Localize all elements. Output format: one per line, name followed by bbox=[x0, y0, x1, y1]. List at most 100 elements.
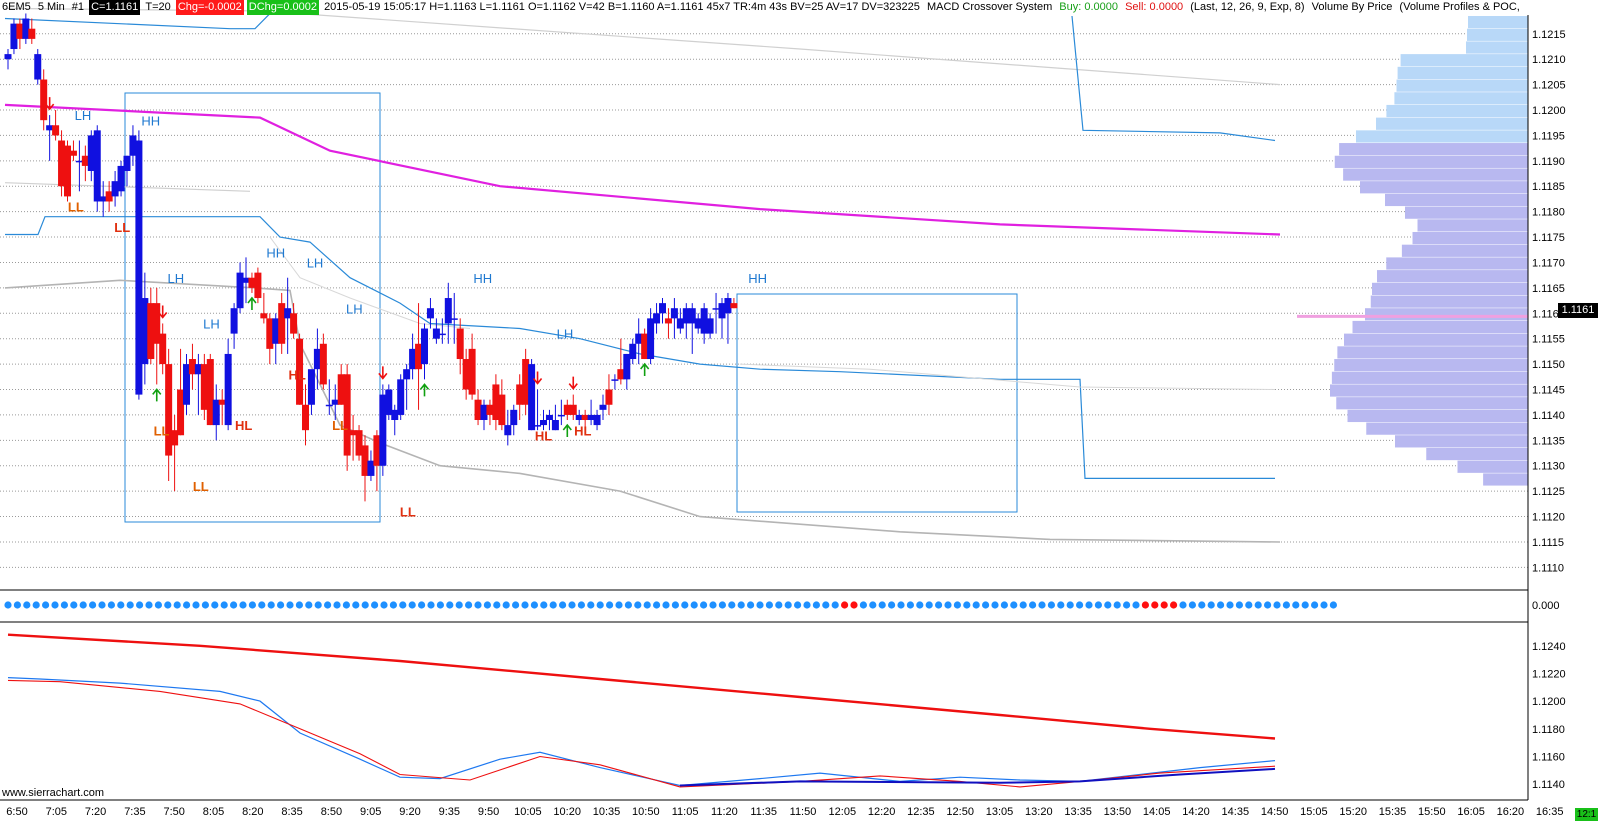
time-tick-label: 12:05 bbox=[829, 806, 857, 818]
chart-no: #1 bbox=[71, 1, 85, 13]
signal-dot bbox=[465, 601, 473, 609]
candle-body bbox=[343, 374, 351, 456]
signal-dot bbox=[248, 601, 256, 609]
signal-dot bbox=[1179, 601, 1187, 609]
time-tick-label: 13:50 bbox=[1104, 806, 1132, 818]
time-tick-label: 14:20 bbox=[1182, 806, 1210, 818]
swing-label: HL bbox=[574, 423, 591, 438]
candle-body bbox=[557, 414, 565, 417]
signal-dot bbox=[1010, 601, 1018, 609]
buy-arrow bbox=[152, 388, 162, 402]
swing-label: HH bbox=[473, 271, 492, 286]
volume-bar bbox=[1331, 371, 1528, 384]
signal-dot bbox=[568, 601, 576, 609]
swing-label: LL bbox=[332, 418, 348, 433]
volume-bar bbox=[1360, 181, 1528, 194]
signal-dot bbox=[1123, 601, 1131, 609]
candle-body bbox=[40, 79, 48, 121]
macd-tick-label: 1.1140 bbox=[1532, 779, 1565, 791]
signal-dot bbox=[408, 601, 416, 609]
signal-dot bbox=[897, 601, 905, 609]
price-axis: 1.1215 1.1210 1.1205 1.1200 1.1195 1.1190 1.11… bbox=[1527, 15, 1566, 800]
signal-dot bbox=[812, 601, 821, 609]
candle-body bbox=[611, 379, 619, 381]
vwap-lower-line bbox=[4, 279, 1281, 543]
signal-dot bbox=[671, 601, 680, 609]
volume-bar bbox=[1344, 333, 1528, 346]
signal-dot bbox=[1188, 601, 1196, 609]
signal-dot bbox=[869, 601, 877, 609]
volume-bar bbox=[1336, 397, 1528, 410]
macd-avg-line bbox=[7, 679, 1276, 788]
volume-by-price-profile bbox=[1297, 16, 1528, 486]
signal-dot bbox=[728, 601, 736, 609]
signal-dot bbox=[615, 601, 623, 609]
time-tick-label: 15:50 bbox=[1418, 806, 1446, 818]
signal-dot bbox=[521, 601, 529, 609]
candle-body bbox=[123, 155, 131, 171]
time-tick-label: 11:50 bbox=[790, 806, 817, 818]
candle-body bbox=[307, 369, 315, 405]
candle-body bbox=[551, 420, 559, 431]
swing-label: HL bbox=[535, 428, 552, 443]
volume-bar bbox=[1372, 282, 1528, 295]
stats: 2015-05-19 15:05:17 H=1.1163 L=1.1161 O=… bbox=[324, 1, 920, 13]
signal-dot bbox=[1141, 601, 1149, 609]
time-tick-label: 9:20 bbox=[399, 806, 420, 818]
signal-dot bbox=[1113, 601, 1121, 609]
price-tick-label: 1.1145 bbox=[1532, 385, 1565, 397]
signal-dot bbox=[888, 601, 896, 609]
time-tick-label: 8:20 bbox=[242, 806, 263, 818]
candle-body bbox=[664, 318, 672, 324]
volume-bar bbox=[1370, 295, 1528, 308]
candle-body bbox=[325, 404, 333, 407]
signal-dot bbox=[775, 601, 783, 609]
signal-dot bbox=[690, 601, 698, 609]
signal-dot bbox=[1273, 601, 1281, 609]
time-tick-label: 8:05 bbox=[203, 806, 224, 818]
candle-body bbox=[426, 308, 434, 319]
time-tick-label: 13:20 bbox=[1025, 806, 1053, 818]
macd-tick-label: 1.1180 bbox=[1532, 724, 1565, 736]
swing-label: LL bbox=[193, 479, 209, 494]
trading-chart[interactable]: LH HH LL LL LH LL LH LL HL HH LH HL LL LH LL HH HL LH HL HH… bbox=[0, 0, 1598, 821]
candle-body bbox=[593, 414, 601, 426]
signal-dot bbox=[136, 601, 144, 609]
candle-body bbox=[456, 328, 464, 360]
signal-dot bbox=[953, 601, 962, 609]
candle-body bbox=[319, 343, 327, 385]
signal-dot bbox=[1226, 601, 1234, 609]
swing-label: LH bbox=[75, 108, 92, 123]
signal-dot bbox=[79, 601, 87, 609]
volume-bar bbox=[1395, 435, 1528, 448]
signal-dot bbox=[963, 601, 971, 609]
volume-bar bbox=[1377, 270, 1528, 283]
time-tick-label: 7:20 bbox=[85, 806, 106, 818]
signal-dot bbox=[154, 601, 162, 609]
signal-dot bbox=[493, 601, 501, 609]
signal-dot bbox=[794, 601, 802, 609]
interval: 5 Min bbox=[37, 1, 65, 13]
time-tick-label: 8:50 bbox=[321, 806, 342, 818]
signal-dot bbox=[201, 601, 209, 609]
candle-body bbox=[254, 272, 262, 299]
signal-dot bbox=[1217, 601, 1225, 609]
macd-tick-label: 1.1160 bbox=[1532, 751, 1565, 763]
signal-dot bbox=[822, 601, 830, 609]
volume-bar bbox=[1426, 447, 1528, 461]
time-tick-label: 15:20 bbox=[1339, 806, 1367, 818]
macd-tick-label: 1.1200 bbox=[1532, 696, 1566, 708]
signal-dot bbox=[267, 601, 275, 609]
volume-bar bbox=[1376, 117, 1528, 130]
signal-dot bbox=[1151, 601, 1159, 609]
corner-label: 12:1 bbox=[1575, 808, 1598, 821]
volume-bar bbox=[1394, 92, 1528, 105]
vwap-mid-line bbox=[269, 236, 471, 329]
price-tick-label: 1.1125 bbox=[1532, 486, 1565, 498]
signal-dot bbox=[1094, 601, 1102, 609]
buy-arrow bbox=[562, 423, 572, 438]
signal-dot bbox=[483, 601, 491, 609]
signal-dot bbox=[455, 601, 463, 609]
buy-arrow bbox=[247, 296, 257, 310]
candle-body bbox=[438, 333, 446, 336]
